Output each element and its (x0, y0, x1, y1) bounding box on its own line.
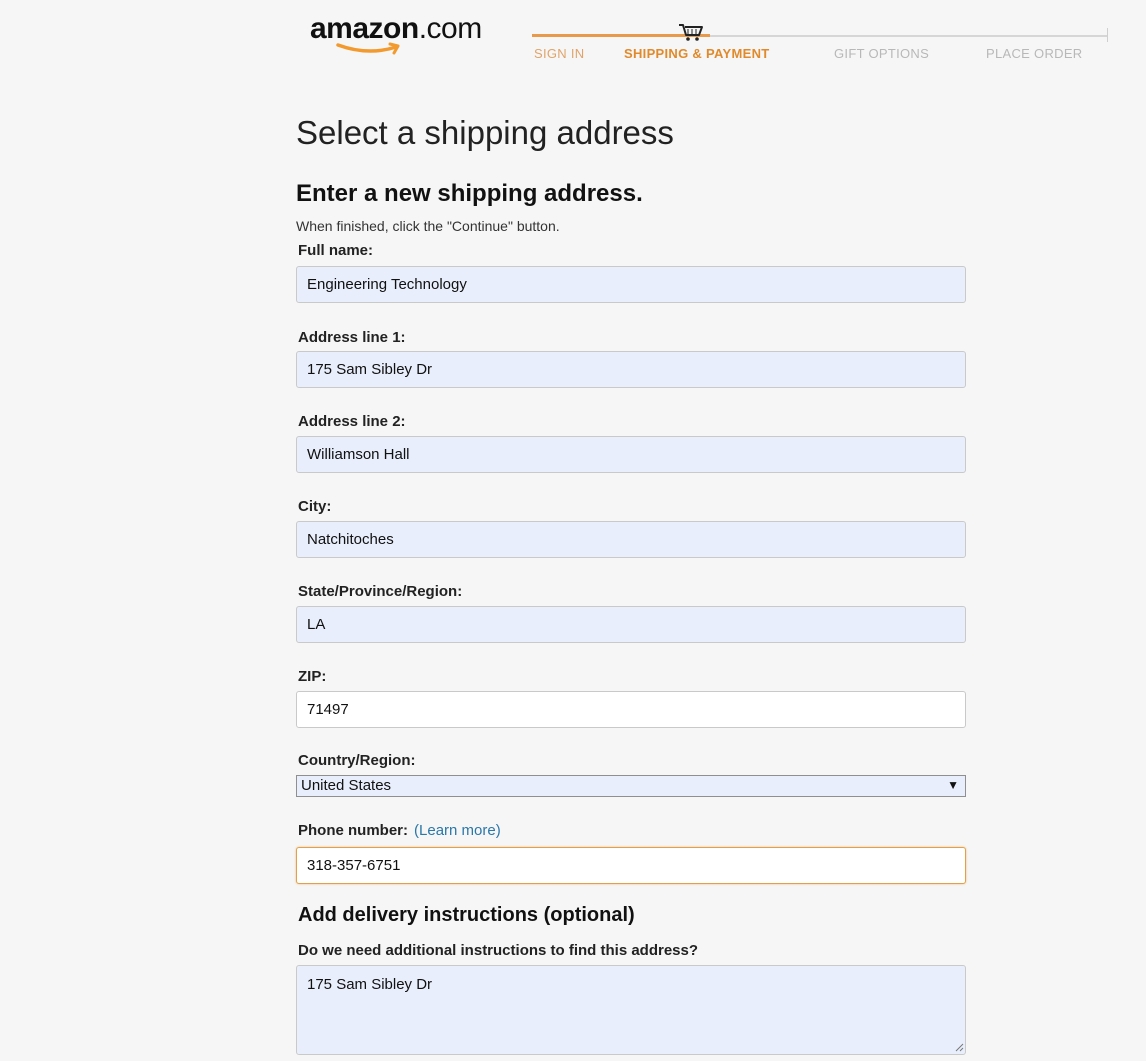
city-input[interactable] (296, 521, 966, 558)
country-selected-value: United States (301, 777, 392, 794)
step-place-order: PLACE ORDER (986, 46, 1083, 61)
address-line2-label: Address line 2: (298, 413, 406, 430)
delivery-instructions-heading: Add delivery instructions (optional) (298, 904, 635, 926)
delivery-instructions-textarea[interactable]: 175 Sam Sibley Dr (296, 965, 966, 1055)
form-instruction: When finished, click the "Continue" butt… (296, 218, 560, 234)
full-name-input[interactable] (296, 266, 966, 303)
resize-grip-icon[interactable] (954, 1042, 964, 1052)
state-input[interactable] (296, 606, 966, 643)
phone-input[interactable] (296, 847, 966, 884)
page-title: Select a shipping address (296, 114, 674, 151)
phone-label: Phone number: (298, 822, 409, 839)
learn-more-link[interactable]: (Learn more) (414, 822, 501, 839)
country-label: Country/Region: (298, 752, 416, 769)
amazon-logo[interactable]: amazon.com (310, 12, 510, 62)
delivery-question-label: Do we need additional instructions to fi… (298, 942, 699, 959)
address-line1-input[interactable] (296, 351, 966, 388)
progress-end-marker (1107, 28, 1108, 42)
state-label: State/Province/Region: (298, 583, 463, 600)
address-line1-label: Address line 1: (298, 329, 406, 346)
zip-input[interactable] (296, 691, 966, 728)
dropdown-arrow-icon: ▼ (947, 778, 959, 792)
form-heading: Enter a new shipping address. (296, 180, 643, 207)
smile-arrow-icon (336, 42, 400, 55)
logo-text: amazon.com (310, 12, 482, 45)
zip-label: ZIP: (298, 668, 327, 685)
step-sign-in[interactable]: SIGN IN (534, 46, 585, 61)
full-name-label: Full name: (298, 242, 374, 259)
step-shipping-payment: SHIPPING & PAYMENT (624, 46, 770, 61)
step-gift-options: GIFT OPTIONS (834, 46, 930, 61)
country-select[interactable]: United States ▼ (296, 775, 966, 797)
shopping-cart-icon (679, 24, 703, 41)
city-label: City: (298, 498, 332, 515)
phone-label-row: Phone number: (Learn more) (298, 822, 501, 839)
checkout-progress: SIGN IN SHIPPING & PAYMENT GIFT OPTIONS … (532, 22, 1108, 67)
address-line2-input[interactable] (296, 436, 966, 473)
